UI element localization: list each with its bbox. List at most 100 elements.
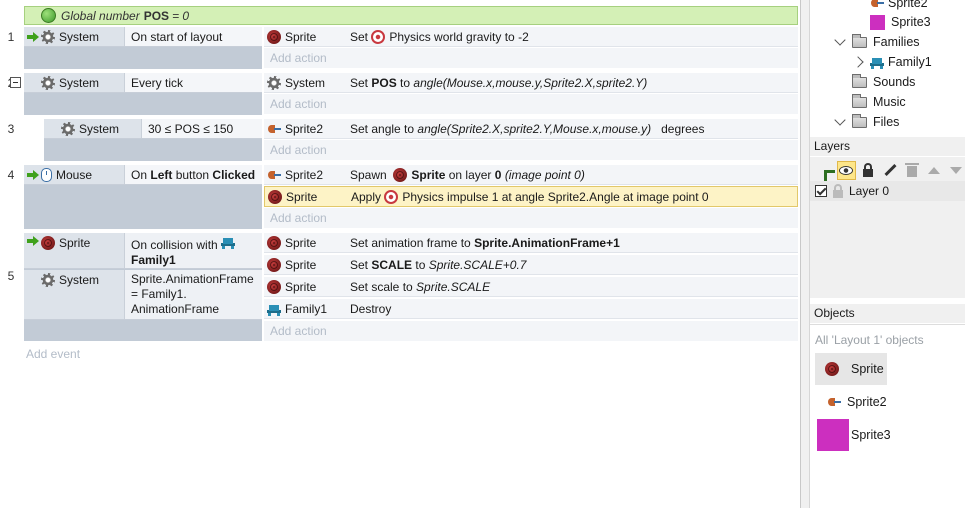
action-variable: SCALE <box>371 257 413 272</box>
action-text-post: degrees <box>661 121 705 136</box>
action-row[interactable]: System Set POS to angle(Mouse.x,mouse.y,… <box>264 73 798 93</box>
action-row[interactable]: Sprite Set scale to Sprite.SCALE <box>264 277 798 297</box>
tree-label: Sounds <box>873 75 916 89</box>
action-expression: Sprite.SCALE <box>416 279 491 294</box>
condition-object: System <box>79 121 120 136</box>
condition-row[interactable]: System Every tick <box>24 73 262 93</box>
action-row[interactable]: Sprite2 Spawn Sprite on layer 0 (image p… <box>264 165 798 185</box>
sprite-icon <box>267 235 281 250</box>
family-icon <box>221 235 236 249</box>
action-row[interactable]: Sprite Set SCALE to Sprite.SCALE+0.7 <box>264 255 798 275</box>
action-spawn-object: Sprite <box>411 167 446 182</box>
action-layer: 0 <box>494 167 502 182</box>
tree-item-sounds[interactable]: Sounds <box>852 72 915 92</box>
condition-row[interactable]: Sprite On collision with Family1 <box>24 233 262 269</box>
sprite2-icon <box>870 0 884 10</box>
system-gear-icon <box>41 75 55 90</box>
condition-row[interactable]: Mouse On Left button Clicked <box>24 165 262 185</box>
add-action-link[interactable]: Add action <box>264 140 798 160</box>
layer-row[interactable]: Layer 0 <box>810 181 965 201</box>
lock-layer-button[interactable] <box>859 161 878 180</box>
toggle-visibility-button[interactable] <box>836 160 856 180</box>
sprite-icon <box>267 29 281 44</box>
folder-icon <box>852 73 867 88</box>
action-object: System <box>285 75 326 90</box>
action-variable: POS <box>371 75 397 90</box>
object-label: Sprite <box>851 362 884 376</box>
layer-visible-checkbox[interactable] <box>815 185 827 197</box>
sprite3-swatch-icon <box>870 14 885 30</box>
add-event-link[interactable]: Add event <box>26 347 80 361</box>
event-number: 5 <box>7 269 15 283</box>
global-variable-row[interactable]: Global number POS = 0 <box>24 6 798 25</box>
pencil-icon <box>884 163 897 177</box>
action-text-mid: to <box>415 257 426 272</box>
condition-line-1: Sprite.AnimationFrame <box>131 272 254 286</box>
collapse-toggle[interactable] <box>10 77 21 88</box>
tree-label: Sprite2 <box>888 0 928 10</box>
delete-layer-button[interactable] <box>902 161 921 180</box>
action-text: Destroy <box>350 301 392 316</box>
chevron-right-icon[interactable] <box>852 56 864 68</box>
arrow-up-icon <box>927 166 940 174</box>
folder-icon <box>852 113 867 128</box>
sprite-icon <box>41 236 55 250</box>
tree-label: Family1 <box>888 55 932 69</box>
add-action-link[interactable]: Add action <box>264 208 798 228</box>
action-row[interactable]: Family1 Destroy <box>264 299 798 319</box>
family-icon <box>870 55 884 69</box>
event-sheet[interactable]: Global number POS = 0 1 System On start … <box>0 0 800 508</box>
tree-item-family1[interactable]: Family1 <box>852 52 932 72</box>
add-layer-button[interactable] <box>815 161 834 180</box>
eye-icon <box>839 165 854 175</box>
action-row-selected[interactable]: Sprite Apply Physics impulse 1 at angle … <box>264 186 798 207</box>
condition-line-2: = Family1. <box>131 287 187 301</box>
project-tree[interactable]: Sprite2 Sprite3 Families Family1 Sounds … <box>810 0 965 130</box>
action-text-pre: Set <box>350 75 369 90</box>
object-item-sprite3[interactable]: Sprite3 <box>817 419 891 451</box>
layers-toolbar <box>810 157 965 183</box>
action-expression: angle(Mouse.x,mouse.y,Sprite2.X,sprite2.… <box>413 75 648 90</box>
trash-icon <box>904 163 919 177</box>
lock-icon[interactable] <box>833 183 843 198</box>
add-action-link[interactable]: Add action <box>264 48 798 68</box>
condition-text: On collision with <box>131 238 218 252</box>
edit-layer-button[interactable] <box>881 161 900 180</box>
chevron-down-icon[interactable] <box>834 114 846 126</box>
object-label: Sprite3 <box>851 428 891 442</box>
sprite2-icon <box>267 122 281 136</box>
tree-item-files[interactable]: Files <box>834 112 899 130</box>
condition-row[interactable]: System Sprite.AnimationFrame = Family1. … <box>24 270 262 320</box>
tree-label: Sprite3 <box>891 15 931 29</box>
global-variable-name: POS <box>143 8 170 23</box>
lock-icon <box>863 162 874 177</box>
object-item-sprite2[interactable]: Sprite2 <box>815 386 887 418</box>
tree-label: Music <box>873 95 906 109</box>
condition-object: System <box>59 29 100 44</box>
action-object: Sprite <box>285 279 317 294</box>
condition-row[interactable]: System On start of layout <box>24 27 262 47</box>
panel-splitter[interactable] <box>800 0 810 508</box>
tree-item-music[interactable]: Music <box>852 92 906 112</box>
action-text: Physics world gravity to -2 <box>389 29 529 44</box>
action-row[interactable]: Sprite Set animation frame to Sprite.Ani… <box>264 233 798 253</box>
action-expression: Sprite.AnimationFrame+1 <box>474 235 620 250</box>
tree-item-families[interactable]: Families <box>834 32 920 52</box>
add-action-link[interactable]: Add action <box>264 321 798 341</box>
condition-row[interactable]: System 30 ≤ POS ≤ 150 <box>44 119 262 139</box>
mouse-icon <box>41 167 52 182</box>
tree-item-sprite3[interactable]: Sprite3 <box>870 12 931 32</box>
system-gear-icon <box>41 273 55 287</box>
action-row[interactable]: Sprite2 Set angle to angle(Sprite2.X,spr… <box>264 119 798 139</box>
sprite-icon <box>267 257 281 272</box>
move-layer-up-button[interactable] <box>924 161 943 180</box>
move-layer-down-button[interactable] <box>946 161 965 180</box>
add-action-link[interactable]: Add action <box>264 94 798 114</box>
sprite2-icon <box>267 168 281 182</box>
object-item-sprite[interactable]: Sprite <box>815 353 887 385</box>
event-number: 1 <box>7 30 15 44</box>
trigger-arrow-icon <box>27 31 39 42</box>
action-row[interactable]: Sprite Set Physics world gravity to -2 <box>264 27 798 47</box>
chevron-down-icon[interactable] <box>834 34 846 46</box>
action-expression: angle(Sprite2.X,sprite2.Y,Mouse.x,mouse.… <box>417 121 652 136</box>
